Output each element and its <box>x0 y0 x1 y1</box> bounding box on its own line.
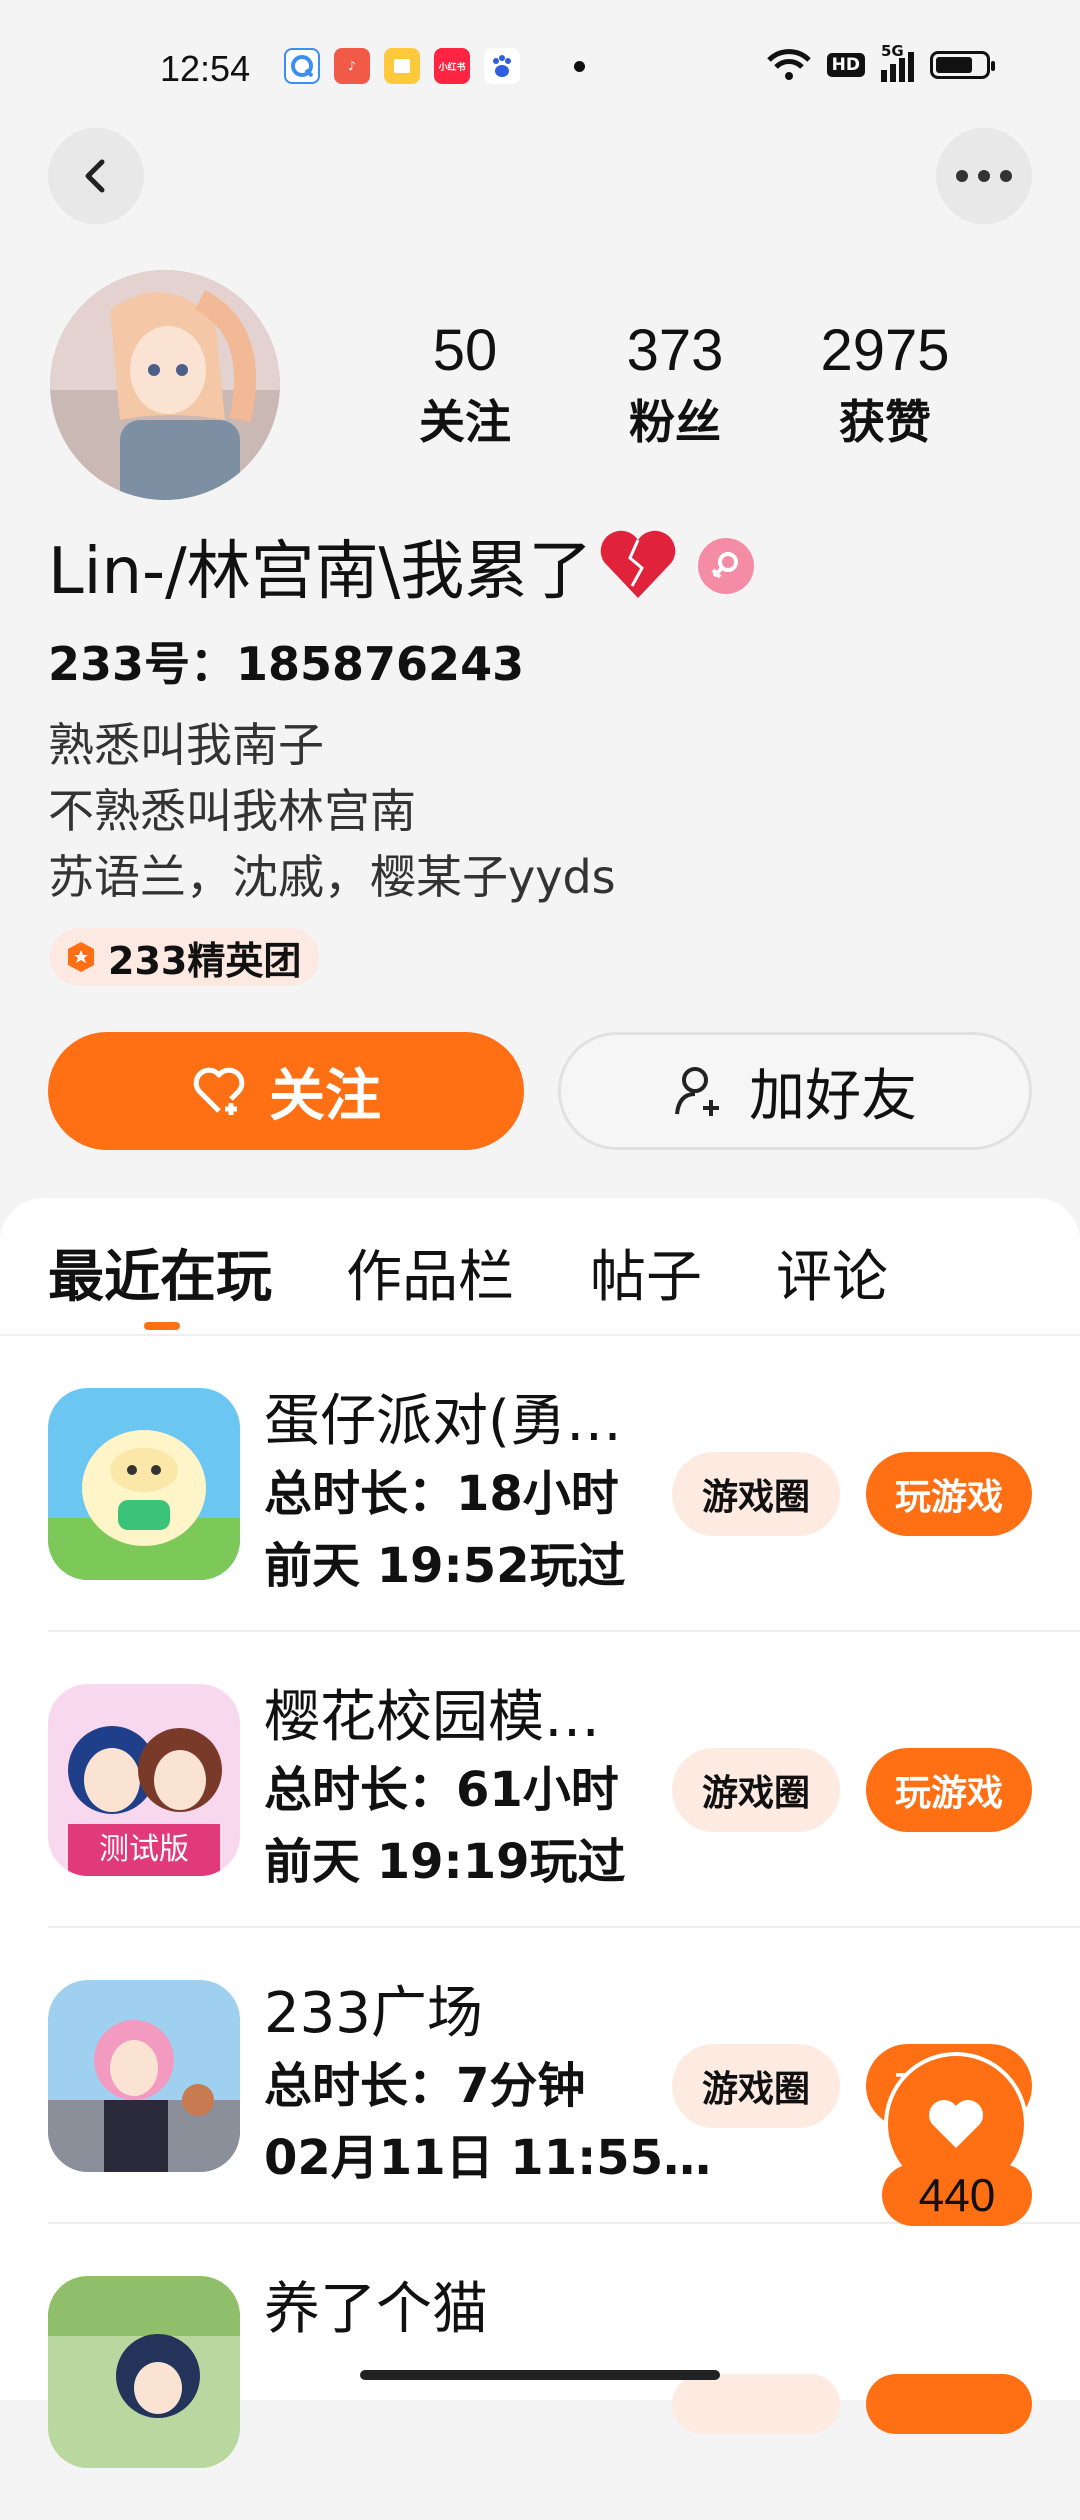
add-user-icon <box>675 1067 719 1116</box>
tab-recent-play[interactable]: 最近在玩 <box>48 1232 272 1313</box>
browser-icon <box>284 48 320 84</box>
stat-number: 373 <box>626 318 724 383</box>
elite-badge[interactable]: 233精英团 <box>50 928 320 986</box>
game-circle-button[interactable]: 游戏圈 <box>672 2044 840 2128</box>
home-indicator[interactable] <box>360 2370 720 2380</box>
play-game-button[interactable] <box>866 2374 1032 2434</box>
stat-number: 50 <box>432 318 498 383</box>
user-id: 233号：185876243 <box>48 637 525 691</box>
stat-number: 2975 <box>820 318 950 383</box>
heart-icon <box>929 2100 983 2148</box>
more-button[interactable] <box>936 128 1032 224</box>
bio: 熟悉叫我南子 不熟悉叫我林宫南 苏语兰，沈戚，樱某子yyds <box>48 712 616 910</box>
wifi-icon <box>766 49 811 80</box>
badge-icon <box>68 942 94 972</box>
game-icon-sakura-school[interactable]: 测试版 <box>48 1684 240 1876</box>
status-app-icons: ♪ 小红书 <box>284 48 585 84</box>
female-icon <box>698 538 755 594</box>
tab-comments[interactable]: 评论 <box>776 1232 888 1313</box>
play-game-button[interactable]: 玩游戏 <box>866 1748 1032 1832</box>
stat-label: 粉丝 <box>629 395 721 449</box>
last-played: 前天 19:19玩过 <box>264 1834 626 1890</box>
signal-icon: 5G <box>881 42 914 82</box>
bio-line: 熟悉叫我南子 <box>48 718 324 772</box>
bio-line: 苏语兰，沈戚，樱某子yyds <box>48 850 616 904</box>
game-title: 蛋仔派对(勇… <box>264 1389 622 1454</box>
xiaohongshu-label: 小红书 <box>438 62 466 73</box>
add-friend-label: 加好友 <box>749 1063 917 1129</box>
game-circle-button[interactable]: 游戏圈 <box>672 1452 840 1536</box>
stat-label: 获赞 <box>839 395 931 449</box>
username: Lin-/林宫南\我累了 <box>48 535 593 609</box>
play-duration: 总时长：7分钟 <box>264 2058 586 2114</box>
chevron-left-icon <box>85 159 105 193</box>
profile-stats: 50 关注 373 粉丝 2975 获赞 <box>360 318 990 452</box>
heart-plus-icon <box>193 1067 245 1115</box>
game-icon-eggy-party[interactable] <box>48 1388 240 1580</box>
notes-icon <box>384 48 420 84</box>
broken-heart-icon: 💔 <box>598 528 678 604</box>
battery-icon <box>930 51 995 79</box>
last-played: 前天 19:52玩过 <box>264 1538 626 1594</box>
follow-label: 关注 <box>269 1063 381 1129</box>
tab-indicator <box>144 1322 180 1330</box>
tab-bar: 最近在玩 作品栏 帖子 评论 <box>0 1198 1080 1336</box>
play-duration: 总时长：18小时 <box>264 1466 619 1522</box>
name-row: Lin-/林宫南\我累了 💔 <box>48 520 755 612</box>
back-button[interactable] <box>48 128 144 224</box>
tab-posts[interactable]: 帖子 <box>590 1232 702 1313</box>
game-title: 樱花校园模… <box>264 1685 600 1750</box>
status-time: 12:54 <box>160 48 251 89</box>
follow-button[interactable]: 关注 <box>48 1032 524 1150</box>
stat-followers[interactable]: 373 粉丝 <box>570 318 780 452</box>
play-duration: 总时长：61小时 <box>264 1762 619 1818</box>
game-icon-233-square[interactable] <box>48 1980 240 2172</box>
more-icon <box>956 170 1012 182</box>
stat-label: 关注 <box>419 395 511 449</box>
notification-dot <box>574 60 585 72</box>
list-item[interactable]: 测试版 樱花校园模… 总时长：61小时 前天 19:19玩过 游戏圈 玩游戏 <box>0 1632 1080 1928</box>
baidu-icon <box>484 48 520 84</box>
badge-label: 233精英团 <box>108 938 302 983</box>
stat-following[interactable]: 50 关注 <box>360 318 570 452</box>
play-game-button[interactable]: 玩游戏 <box>866 1452 1032 1536</box>
like-count: 440 <box>882 2164 1032 2226</box>
stat-likes[interactable]: 2975 获赞 <box>780 318 990 452</box>
hd-icon: HD <box>826 53 865 77</box>
game-circle-button[interactable]: 游戏圈 <box>672 1748 840 1832</box>
game-title: 养了个猫 <box>264 2277 488 2342</box>
game-circle-button[interactable] <box>672 2374 840 2434</box>
game-title: 233广场 <box>264 1981 483 2046</box>
avatar[interactable] <box>50 270 280 500</box>
list-item[interactable]: 蛋仔派对(勇… 总时长：18小时 前天 19:52玩过 游戏圈 玩游戏 <box>0 1336 1080 1632</box>
status-bar: 12:54 ♪ 小红书 HD 5G <box>0 0 1080 130</box>
game-icon-raised-a-cat[interactable] <box>48 2276 240 2468</box>
tab-works[interactable]: 作品栏 <box>346 1232 514 1313</box>
add-friend-button[interactable]: 加好友 <box>558 1032 1032 1150</box>
xiaohongshu-icon: 小红书 <box>434 48 470 84</box>
beta-label: 测试版 <box>99 1832 189 1867</box>
music-icon: ♪ <box>334 48 370 84</box>
last-played: 02月11日 11:55… <box>264 2130 712 2186</box>
bio-line: 不熟悉叫我林宫南 <box>48 784 416 838</box>
status-system-icons: HD 5G <box>766 42 995 82</box>
